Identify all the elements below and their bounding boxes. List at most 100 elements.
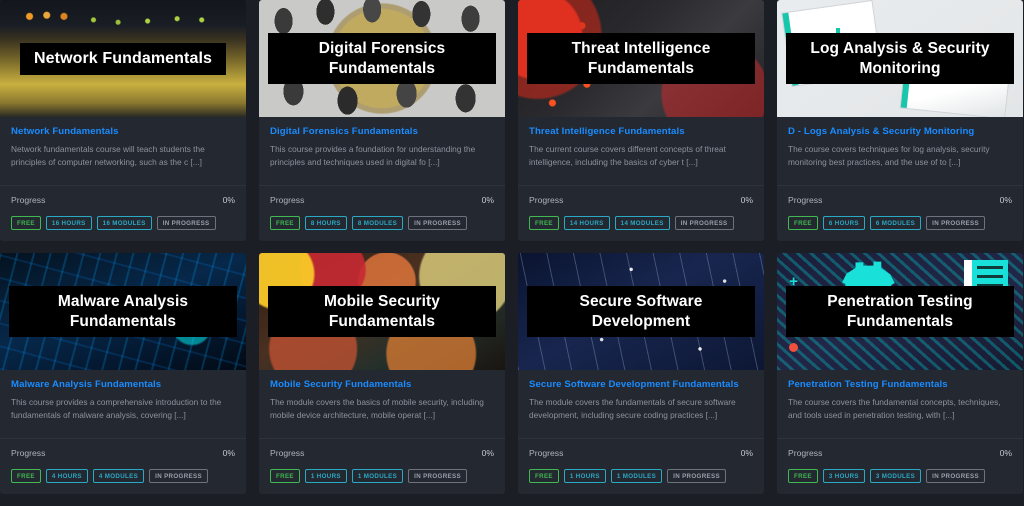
course-card-1[interactable]: Network Fundamentals Network Fundamental… [0,0,246,241]
badge-status[interactable]: IN PROGRESS [149,469,208,483]
badge-hours[interactable]: 1 HOURS [304,469,347,483]
course-card-7[interactable]: Secure Software Development Secure Softw… [518,253,764,494]
progress-label: Progress [788,448,823,458]
progress-percent: 0% [740,195,753,205]
badge-hours[interactable]: 3 HOURS [822,469,865,483]
course-card-body: Network Fundamentals Network fundamental… [0,117,246,175]
badge-hours[interactable]: 16 HOURS [45,216,92,230]
badge-status[interactable]: IN PROGRESS [408,469,467,483]
course-description: This course provides a foundation for un… [270,144,476,168]
thumbnail-title-text: Threat Intelligence Fundamentals [526,33,756,85]
course-description: The current course covers different conc… [529,144,726,168]
thumbnail-title-overlay: Secure Software Development [518,253,764,370]
badge-modules[interactable]: 3 MODULES [869,469,922,483]
course-title-link[interactable]: Malware Analysis Fundamentals [11,379,235,390]
progress-percent: 0% [222,195,235,205]
badge-modules[interactable]: 4 MODULES [92,469,145,483]
course-progress-row: Progress 0% [777,186,1023,205]
course-description: The course covers the fundamental concep… [788,397,1001,421]
badge-modules[interactable]: 8 MODULES [351,216,404,230]
course-card-body: Secure Software Development Fundamentals… [518,370,764,428]
progress-percent: 0% [481,195,494,205]
course-description: The module covers the fundamentals of se… [529,397,736,421]
course-card-8[interactable]: + Penetration Testing Fundamentals Penet… [777,253,1023,494]
course-badges: FREE 1 HOURS 1 MODULES IN PROGRESS [259,458,505,494]
thumbnail-title-text: Malware Analysis Fundamentals [8,286,238,338]
course-progress-row: Progress 0% [259,186,505,205]
badge-price[interactable]: FREE [788,216,818,230]
badge-price[interactable]: FREE [11,216,41,230]
thumbnail-title-text: Secure Software Development [526,286,756,338]
course-badges: FREE 16 HOURS 16 MODULES IN PROGRESS [0,205,246,241]
course-badges: FREE 3 HOURS 3 MODULES IN PROGRESS [777,458,1023,494]
progress-percent: 0% [999,448,1012,458]
course-card-body: Digital Forensics Fundamentals This cour… [259,117,505,175]
course-thumbnail[interactable]: Malware Analysis Fundamentals [0,253,246,371]
course-title-link[interactable]: Mobile Security Fundamentals [270,379,494,390]
course-card-5[interactable]: Malware Analysis Fundamentals Malware An… [0,253,246,494]
progress-label: Progress [270,195,305,205]
badge-price[interactable]: FREE [270,469,300,483]
badge-status[interactable]: IN PROGRESS [926,469,985,483]
badge-status[interactable]: IN PROGRESS [408,216,467,230]
badge-status[interactable]: IN PROGRESS [667,469,726,483]
thumbnail-title-text: Digital Forensics Fundamentals [267,33,497,85]
thumbnail-title-text: Log Analysis & Security Monitoring [785,33,1015,85]
thumbnail-title-overlay: Mobile Security Fundamentals [259,253,505,370]
badge-modules[interactable]: 6 MODULES [869,216,922,230]
course-thumbnail[interactable]: Secure Software Development [518,253,764,371]
course-badges: FREE 14 HOURS 14 MODULES IN PROGRESS [518,205,764,241]
course-badges: FREE 4 HOURS 4 MODULES IN PROGRESS [0,458,246,494]
badge-hours[interactable]: 4 HOURS [45,469,88,483]
badge-hours[interactable]: 6 HOURS [822,216,865,230]
course-card-body: Malware Analysis Fundamentals This cours… [0,370,246,428]
course-card-body: Threat Intelligence Fundamentals The cur… [518,117,764,175]
course-thumbnail[interactable]: Threat Intelligence Fundamentals [518,0,764,118]
progress-percent: 0% [999,195,1012,205]
course-title-link[interactable]: Penetration Testing Fundamentals [788,379,1012,390]
badge-modules[interactable]: 14 MODULES [614,216,670,230]
course-card-2[interactable]: Digital Forensics Fundamentals Digital F… [259,0,505,241]
course-card-body: Penetration Testing Fundamentals The cou… [777,370,1023,428]
progress-percent: 0% [481,448,494,458]
progress-label: Progress [529,448,564,458]
course-grid: Network Fundamentals Network Fundamental… [0,0,1024,494]
badge-status[interactable]: IN PROGRESS [674,216,734,230]
course-title-link[interactable]: Network Fundamentals [11,126,235,137]
progress-label: Progress [788,195,823,205]
course-title-link[interactable]: D - Logs Analysis & Security Monitoring [788,126,1012,137]
course-title-link[interactable]: Digital Forensics Fundamentals [270,126,494,137]
course-title-link[interactable]: Secure Software Development Fundamentals [529,379,753,390]
progress-percent: 0% [740,448,753,458]
course-thumbnail[interactable]: Log Analysis & Security Monitoring [777,0,1023,118]
badge-hours[interactable]: 8 HOURS [304,216,347,230]
thumbnail-title-overlay: Log Analysis & Security Monitoring [777,0,1023,117]
course-thumbnail[interactable]: Digital Forensics Fundamentals [259,0,505,118]
badge-price[interactable]: FREE [270,216,300,230]
badge-modules[interactable]: 1 MODULES [610,469,663,483]
course-badges: FREE 8 HOURS 8 MODULES IN PROGRESS [259,205,505,241]
course-thumbnail[interactable]: + Penetration Testing Fundamentals [777,253,1023,371]
course-description: This course provides a comprehensive int… [11,397,222,421]
badge-price[interactable]: FREE [788,469,818,483]
badge-price[interactable]: FREE [11,469,41,483]
progress-label: Progress [11,195,46,205]
course-thumbnail[interactable]: Network Fundamentals [0,0,246,118]
badge-hours[interactable]: 14 HOURS [563,216,610,230]
badge-modules[interactable]: 16 MODULES [96,216,152,230]
course-card-3[interactable]: Threat Intelligence Fundamentals Threat … [518,0,764,241]
progress-label: Progress [270,448,305,458]
badge-status[interactable]: IN PROGRESS [156,216,216,230]
badge-price[interactable]: FREE [529,216,559,230]
badge-hours[interactable]: 1 HOURS [563,469,606,483]
badge-price[interactable]: FREE [529,469,559,483]
course-card-4[interactable]: Log Analysis & Security Monitoring D - L… [777,0,1023,241]
thumbnail-title-overlay: Digital Forensics Fundamentals [259,0,505,117]
thumbnail-title-text: Penetration Testing Fundamentals [785,286,1015,338]
course-card-6[interactable]: Mobile Security Fundamentals Mobile Secu… [259,253,505,494]
course-thumbnail[interactable]: Mobile Security Fundamentals [259,253,505,371]
badge-status[interactable]: IN PROGRESS [926,216,985,230]
course-card-body: D - Logs Analysis & Security Monitoring … [777,117,1023,175]
badge-modules[interactable]: 1 MODULES [351,469,404,483]
course-title-link[interactable]: Threat Intelligence Fundamentals [529,126,753,137]
